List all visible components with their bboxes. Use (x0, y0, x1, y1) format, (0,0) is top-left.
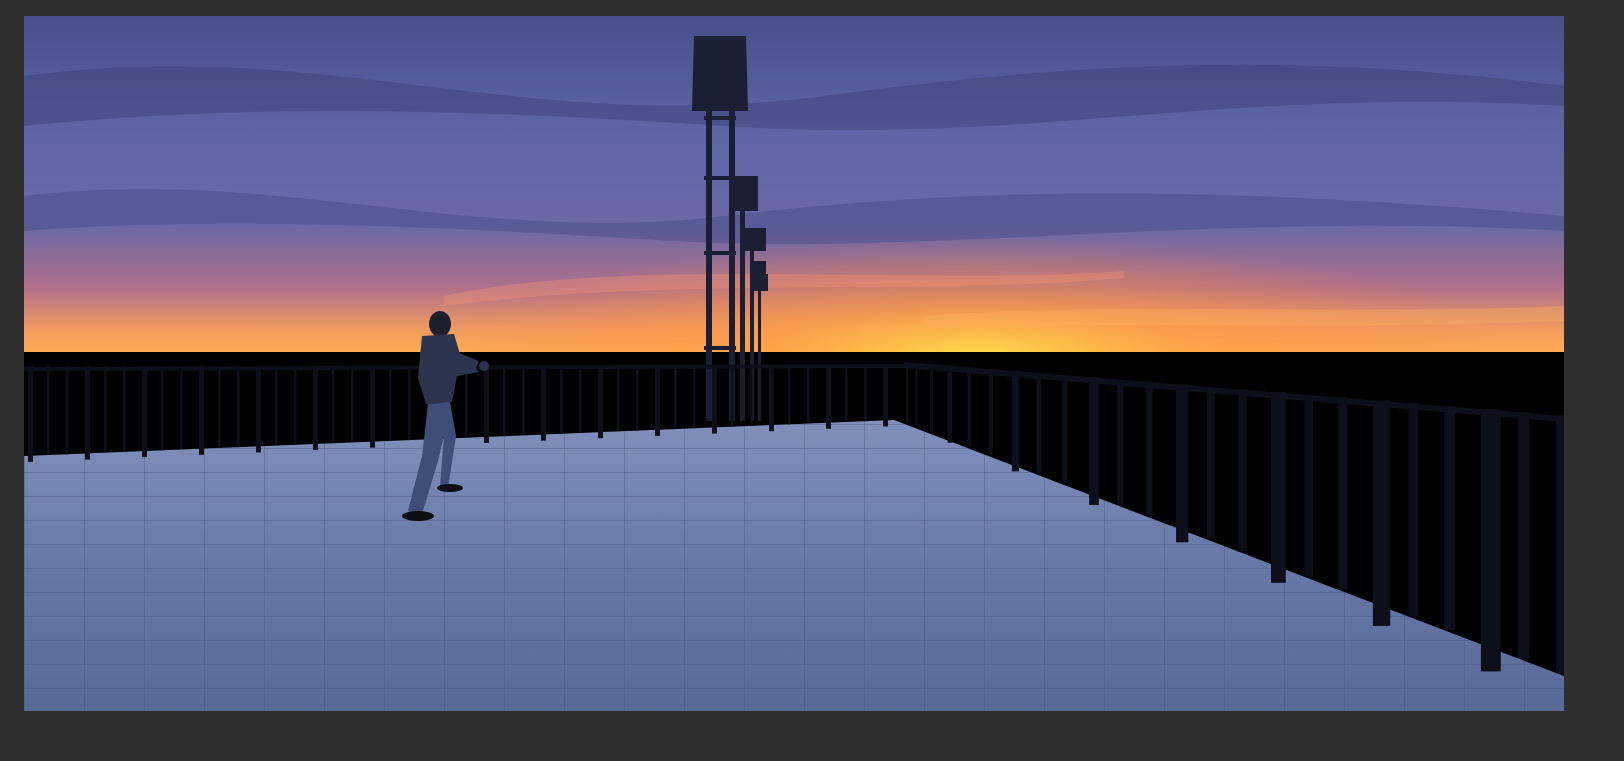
railing-post (1271, 392, 1286, 583)
railing-post (28, 366, 33, 462)
railing-post (47, 366, 50, 456)
railing-post (807, 366, 810, 424)
railing-post (915, 362, 918, 427)
railing-post (85, 366, 90, 460)
railing-post (712, 366, 717, 434)
railing-post (484, 366, 489, 443)
railing-post (104, 366, 107, 453)
railing-post (218, 366, 221, 448)
railing-post (370, 366, 375, 448)
railing-post (845, 366, 848, 423)
railing-post (294, 366, 297, 445)
railing-post (123, 366, 126, 452)
railing-post (161, 366, 164, 451)
railing-post (947, 365, 953, 443)
railing-post (769, 366, 774, 432)
railing-post (788, 366, 791, 425)
railing-post (408, 366, 411, 441)
railing-post (906, 362, 908, 423)
railing-post (636, 366, 639, 431)
railing-post (1036, 372, 1042, 473)
railing-post (465, 366, 468, 438)
railing-post (579, 366, 582, 434)
game-viewport[interactable] (24, 16, 1564, 711)
railing-post (1372, 400, 1391, 626)
railing-post (1408, 403, 1419, 617)
railing-post (826, 366, 831, 429)
railing-post (655, 366, 660, 436)
railing-post (988, 368, 993, 455)
railing-post (693, 366, 696, 429)
railing-post (351, 366, 354, 443)
railing-post (503, 366, 506, 437)
railing-post (1146, 381, 1153, 516)
railing-post (332, 366, 335, 444)
railing-post (674, 366, 677, 430)
railing-post (1089, 377, 1099, 505)
railing-post (1338, 397, 1348, 590)
railing-post (180, 366, 183, 450)
railing-post (1011, 370, 1020, 472)
railing-post (1556, 415, 1564, 673)
railing-post (731, 366, 734, 427)
railing-post (1480, 409, 1501, 672)
railing-post (617, 366, 620, 432)
railing-post (1117, 379, 1124, 505)
railing-post (1304, 394, 1314, 577)
railing-post (541, 366, 546, 441)
railing-post (1444, 406, 1455, 630)
railing-post (313, 366, 318, 451)
railing-post (1518, 412, 1530, 659)
railing-post (237, 366, 240, 448)
railing-post (1062, 374, 1068, 483)
railing-post (930, 364, 933, 433)
railing-post (598, 366, 603, 439)
railing-post (66, 366, 69, 455)
railing-post (522, 366, 525, 436)
railing-post (199, 366, 204, 455)
railing-post (967, 367, 971, 447)
railing-post (750, 366, 753, 426)
railing-post (560, 366, 563, 434)
railing-post (1176, 384, 1189, 543)
railing-post (142, 366, 147, 458)
railing-post (1238, 389, 1247, 551)
railing-post (883, 366, 888, 427)
railing-post (389, 366, 392, 441)
railing-post (256, 366, 261, 453)
railing-post (275, 366, 278, 446)
railing-post (864, 366, 867, 422)
scene-render (24, 16, 1564, 711)
railing-post (1206, 386, 1215, 539)
